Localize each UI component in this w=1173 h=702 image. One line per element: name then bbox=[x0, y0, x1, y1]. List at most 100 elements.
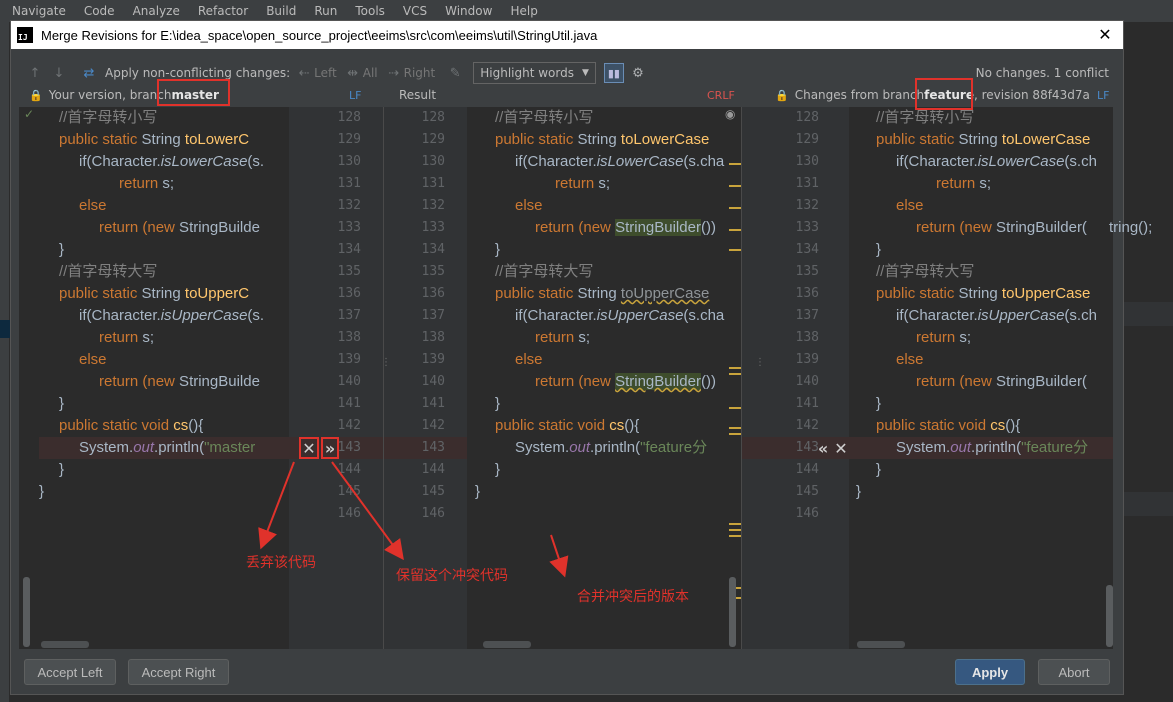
code-keyword: new bbox=[147, 219, 175, 236]
apply-left-button[interactable]: Left bbox=[314, 66, 337, 80]
code-line: } bbox=[495, 393, 500, 415]
warning-marker[interactable] bbox=[729, 163, 741, 165]
code-line: //首字母转大写 bbox=[876, 261, 974, 283]
right-line-separator[interactable]: LF bbox=[1097, 85, 1109, 105]
eye-icon[interactable]: ◉ bbox=[725, 107, 735, 121]
accept-right-change-button[interactable]: « bbox=[815, 437, 831, 459]
apply-all-icon[interactable]: ⇹ bbox=[343, 63, 363, 83]
settings-gear-icon[interactable]: ⚙ bbox=[628, 63, 648, 83]
apply-all-button[interactable]: All bbox=[363, 66, 378, 80]
accept-left-change-button[interactable]: » bbox=[321, 437, 339, 459]
right-editor[interactable]: //首字母转小写 public static String toLowerCas… bbox=[849, 107, 1113, 649]
magic-resolve-icon[interactable]: ⇄ bbox=[79, 63, 99, 83]
menu-build[interactable]: Build bbox=[266, 4, 296, 18]
code-text: .println( bbox=[590, 439, 641, 456]
menu-analyze[interactable]: Analyze bbox=[133, 4, 180, 18]
code-line: public static String toLowerCase bbox=[495, 129, 709, 151]
line-number: 133 bbox=[421, 220, 445, 235]
annotation-discard: 丢弃该代码 bbox=[246, 555, 316, 571]
apply-right-button[interactable]: Right bbox=[404, 66, 436, 80]
menu-refactor[interactable]: Refactor bbox=[198, 4, 248, 18]
code-static-call: isUpperCase bbox=[977, 307, 1065, 324]
result-vertical-scrollbar[interactable] bbox=[729, 577, 736, 647]
splitter-handle-icon[interactable]: ⋮ bbox=[755, 357, 765, 368]
menu-navigate[interactable]: Navigate bbox=[12, 4, 66, 18]
warning-marker[interactable] bbox=[729, 427, 741, 429]
menu-help[interactable]: Help bbox=[510, 4, 537, 18]
discard-left-change-button[interactable]: ✕ bbox=[299, 437, 319, 459]
magic-wand-icon[interactable]: ✎ bbox=[445, 63, 465, 83]
left-line-separator[interactable]: LF bbox=[349, 85, 361, 105]
code-line: } bbox=[876, 459, 881, 481]
code-comment: //首字母转大写 bbox=[876, 263, 975, 280]
code-line: } bbox=[876, 393, 881, 415]
annotation-merged: 合并冲突后的版本 bbox=[577, 589, 689, 605]
right-vertical-scrollbar[interactable] bbox=[1106, 585, 1113, 647]
menu-code[interactable]: Code bbox=[84, 4, 115, 18]
line-number: 138 bbox=[337, 330, 361, 345]
line-number: 142 bbox=[421, 418, 445, 433]
abort-button[interactable]: Abort bbox=[1038, 659, 1110, 685]
result-line-separator[interactable]: CRLF bbox=[707, 85, 735, 105]
accept-left-button[interactable]: Accept Left bbox=[24, 659, 116, 685]
code-class-highlight: StringBuilder bbox=[615, 373, 701, 390]
ide-selected-row bbox=[0, 320, 10, 338]
code-text: } bbox=[495, 395, 501, 412]
code-line: return (new StringBuilder( bbox=[916, 371, 1087, 393]
apply-right-icon[interactable]: ⇢ bbox=[384, 63, 404, 83]
warning-marker[interactable] bbox=[729, 529, 741, 531]
discard-right-change-button[interactable]: ✕ bbox=[833, 437, 849, 459]
code-line: System.out.println("feature分 bbox=[515, 437, 707, 459]
line-number: 141 bbox=[795, 396, 819, 411]
menu-vcs[interactable]: VCS bbox=[403, 4, 427, 18]
warning-marker[interactable] bbox=[729, 229, 741, 231]
warning-marker[interactable] bbox=[729, 373, 741, 375]
right-horizontal-scrollbar[interactable] bbox=[857, 641, 905, 648]
warning-marker[interactable] bbox=[729, 249, 741, 251]
previous-change-icon[interactable]: ↑ bbox=[25, 63, 45, 83]
warning-marker[interactable] bbox=[729, 433, 741, 435]
highlight-mode-dropdown[interactable]: Highlight words ▼ bbox=[473, 62, 596, 84]
line-number: 142 bbox=[337, 418, 361, 433]
warning-marker[interactable] bbox=[729, 407, 741, 409]
code-field: out bbox=[950, 439, 972, 456]
code-method: cs bbox=[609, 417, 625, 434]
code-line: } bbox=[59, 459, 64, 481]
warning-marker[interactable] bbox=[729, 367, 741, 369]
close-button[interactable]: ✕ bbox=[1091, 21, 1119, 49]
warning-marker[interactable] bbox=[729, 523, 741, 525]
left-vertical-scrollbar[interactable] bbox=[23, 577, 30, 647]
code-text: s; bbox=[574, 329, 591, 346]
code-line-overflow: tring(); bbox=[1109, 217, 1152, 239]
code-line: else bbox=[515, 349, 543, 371]
code-field: out bbox=[133, 439, 155, 456]
result-editor[interactable]: //首字母转小写 public static String toLowerCas… bbox=[467, 107, 741, 649]
apply-left-icon[interactable]: ⇠ bbox=[294, 63, 314, 83]
warning-marker[interactable] bbox=[729, 207, 741, 209]
menu-run[interactable]: Run bbox=[314, 4, 337, 18]
next-change-icon[interactable]: ↓ bbox=[49, 63, 69, 83]
warning-marker[interactable] bbox=[729, 185, 741, 187]
sync-scroll-icon[interactable]: ▮▮ bbox=[603, 63, 624, 83]
code-text: s; bbox=[955, 329, 972, 346]
result-right-gutter: 128 129 130 131 132 133 134 135 136 137 138 139 140 1… bbox=[741, 107, 849, 649]
ide-band bbox=[1124, 302, 1173, 326]
accept-right-button[interactable]: Accept Right bbox=[128, 659, 229, 685]
code-text: String bbox=[573, 131, 621, 148]
line-number: 139 bbox=[795, 352, 819, 367]
code-keyword: public static bbox=[59, 285, 138, 302]
code-text: String bbox=[573, 285, 621, 302]
warning-marker[interactable] bbox=[729, 535, 741, 537]
result-horizontal-scrollbar[interactable] bbox=[483, 641, 531, 648]
apply-button[interactable]: Apply bbox=[955, 659, 1025, 685]
gutter-divider bbox=[383, 107, 384, 649]
merge-panes: //首字母转小写 public static String toLowerC i… bbox=[19, 107, 1152, 649]
splitter-handle-icon[interactable]: ⋮ bbox=[381, 357, 391, 368]
menu-tools[interactable]: Tools bbox=[355, 4, 385, 18]
code-text: tring(); bbox=[1109, 219, 1153, 236]
code-line: return (new StringBuilder()) bbox=[535, 217, 716, 239]
left-horizontal-scrollbar[interactable] bbox=[41, 641, 89, 648]
code-static-call: isLowerCase bbox=[977, 153, 1065, 170]
menu-window[interactable]: Window bbox=[445, 4, 492, 18]
check-icon: ✓ bbox=[24, 107, 35, 121]
